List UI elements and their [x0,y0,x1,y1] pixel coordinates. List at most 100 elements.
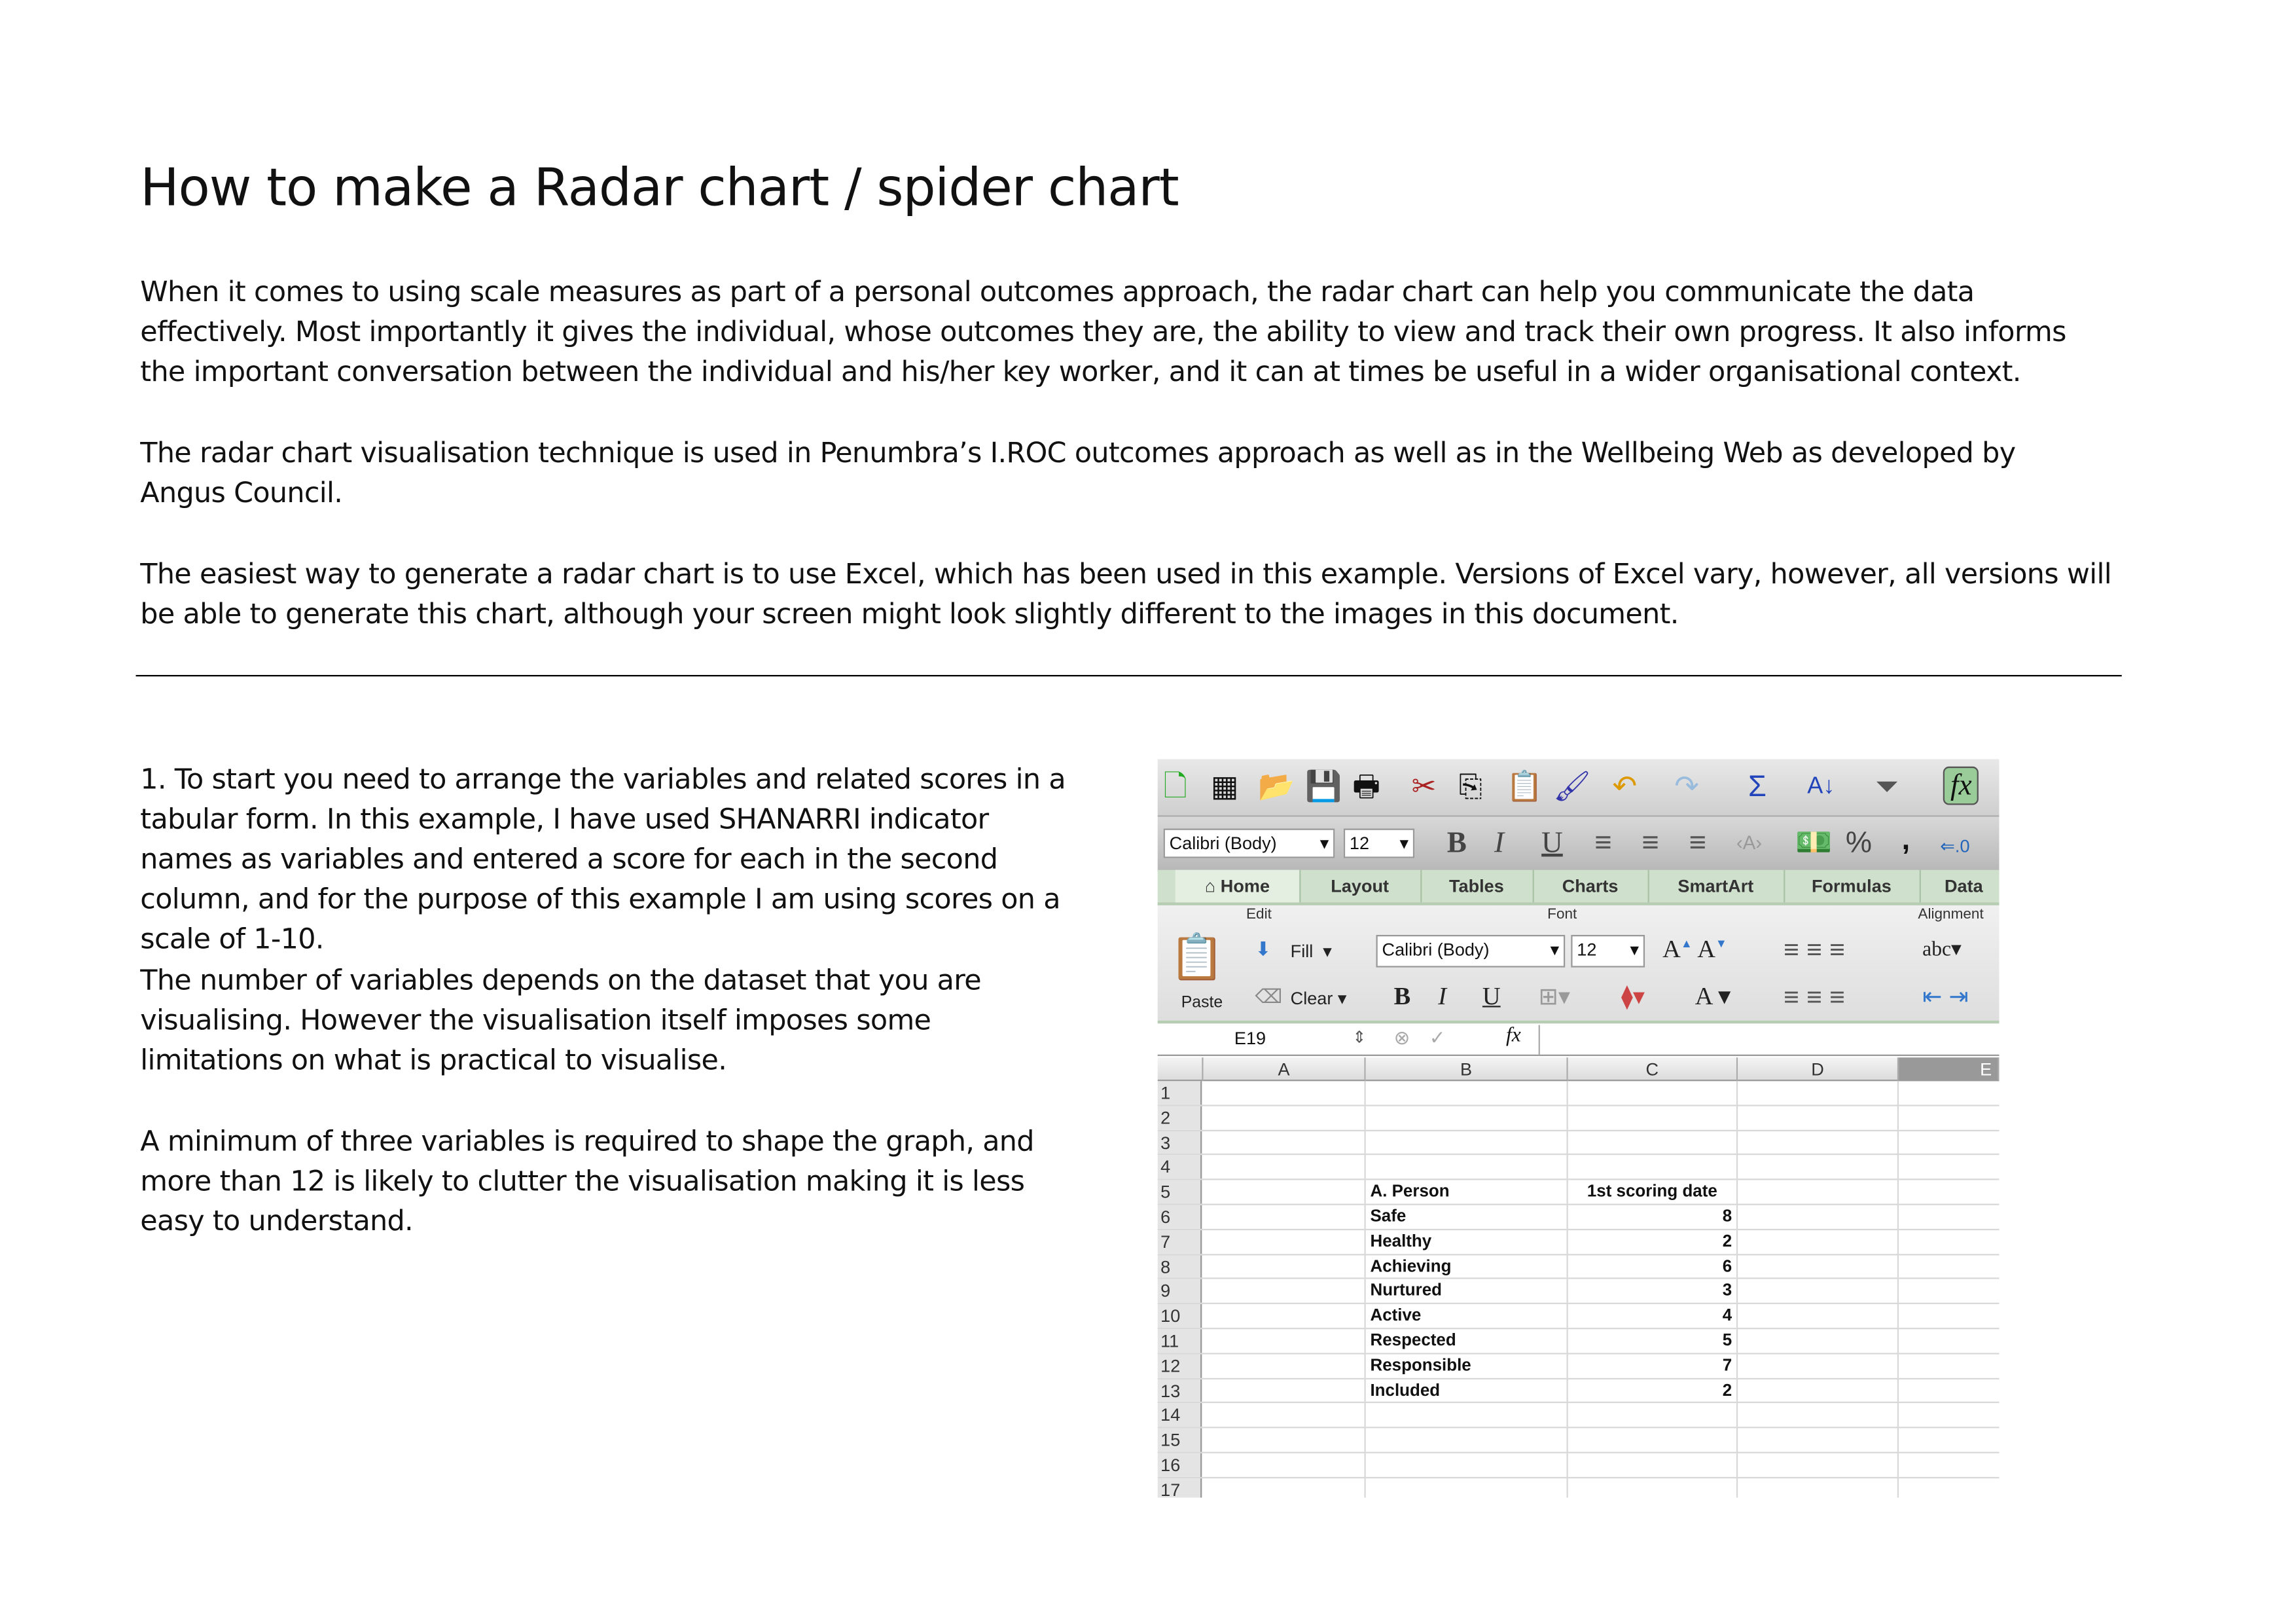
cell-b[interactable] [1366,1478,1568,1498]
cell-b[interactable]: A. Person [1366,1180,1568,1204]
cell-b[interactable]: Respected [1366,1329,1568,1353]
underline-icon[interactable]: U [1541,826,1563,861]
name-box-stepper-icon[interactable]: ⇕ [1352,1028,1366,1047]
cell-c[interactable]: 2 [1568,1230,1738,1254]
borders-icon[interactable]: ⊞▾ [1539,982,1570,1012]
cell-a[interactable] [1204,1428,1366,1452]
cell-d[interactable] [1738,1230,1899,1254]
row-header[interactable]: 11 [1157,1329,1202,1353]
cell-a[interactable] [1204,1403,1366,1427]
confirm-icon[interactable]: ✓ [1429,1027,1446,1050]
row-header[interactable]: 17 [1157,1478,1202,1498]
insert-function-icon[interactable]: fx [1506,1025,1521,1049]
currency-icon[interactable]: 💵 [1795,826,1832,861]
filter-icon[interactable]: ⏷ [1875,769,1899,805]
cell-d[interactable] [1738,1329,1899,1353]
cell-a[interactable] [1204,1478,1366,1498]
increase-decimal-icon[interactable]: ⇐.0 [1940,829,1969,864]
ribbon-font-size-select[interactable]: 12 ▾ [1571,934,1645,968]
cell-b[interactable] [1366,1453,1568,1477]
cell-b[interactable]: Included [1366,1379,1568,1402]
select-all-corner[interactable] [1157,1057,1204,1082]
cell-a[interactable] [1204,1453,1366,1477]
cell-b[interactable]: Nurtured [1366,1279,1568,1304]
merge-icon[interactable]: ‹A› [1736,826,1762,861]
row-header[interactable]: 15 [1157,1428,1202,1452]
cell-a[interactable] [1204,1180,1366,1204]
row-header[interactable]: 1 [1157,1081,1202,1104]
comma-icon[interactable]: , [1902,823,1910,858]
cell-c[interactable]: 2 [1568,1379,1738,1402]
gallery-icon[interactable]: ▦ [1211,769,1239,805]
formula-builder-icon[interactable]: fx [1943,766,1979,805]
cell-c[interactable]: 7 [1568,1354,1738,1377]
tab-formulas[interactable]: Formulas [1784,869,1921,903]
cell-c[interactable] [1568,1478,1738,1498]
fill-button[interactable]: Fill ▾ [1291,941,1332,962]
row-header[interactable]: 13 [1157,1379,1202,1402]
tab-tables[interactable]: Tables [1420,869,1534,903]
cell-d[interactable] [1738,1106,1899,1129]
cell-d[interactable] [1738,1155,1899,1179]
new-icon[interactable]: 🗋 [1164,769,1187,805]
cell-a[interactable] [1204,1279,1366,1304]
cell-b[interactable]: Achieving [1366,1254,1568,1279]
paste-button-icon[interactable]: 📋 [1170,932,1225,983]
tab-charts[interactable]: Charts [1533,869,1649,903]
wrap-text-button[interactable]: abc▾ [1922,938,1962,962]
cell-b[interactable]: Active [1366,1304,1568,1328]
cell-a[interactable] [1204,1081,1366,1104]
cell-d[interactable] [1738,1379,1899,1402]
cell-d[interactable] [1738,1081,1899,1104]
clear-button[interactable]: Clear ▾ [1291,988,1347,1009]
row-header[interactable]: 7 [1157,1230,1202,1254]
tab-smartart[interactable]: SmartArt [1648,869,1785,903]
row-header[interactable]: 3 [1157,1131,1202,1154]
cell-c[interactable] [1568,1403,1738,1427]
cell-d[interactable] [1738,1354,1899,1377]
cell-c[interactable]: 5 [1568,1329,1738,1353]
print-icon[interactable]: 🖶 [1352,769,1380,805]
redo-icon[interactable]: ↷ [1674,769,1699,805]
cell-d[interactable] [1738,1180,1899,1204]
cell-a[interactable] [1204,1304,1366,1328]
cell-c[interactable]: 6 [1568,1254,1738,1279]
cell-c[interactable]: 3 [1568,1279,1738,1304]
row-header[interactable]: 2 [1157,1106,1202,1129]
copy-icon[interactable]: ⎘ [1459,769,1482,805]
cell-c[interactable]: 1st scoring date [1568,1180,1738,1204]
cell-a[interactable] [1204,1230,1366,1254]
cell-b[interactable] [1366,1428,1568,1452]
cell-b[interactable] [1366,1403,1568,1427]
row-header[interactable]: 16 [1157,1453,1202,1477]
format-painter-icon[interactable]: 🖌 [1553,769,1590,805]
cell-a[interactable] [1204,1131,1366,1154]
cell-d[interactable] [1738,1254,1899,1279]
cell-b[interactable]: Healthy [1366,1230,1568,1254]
align-right-icon[interactable]: ≡ [1689,826,1706,861]
cell-b[interactable]: Responsible [1366,1354,1568,1377]
column-header-c[interactable]: C [1568,1057,1738,1082]
column-header-a[interactable]: A [1203,1057,1366,1082]
open-icon[interactable]: 📂 [1258,769,1295,805]
cell-d[interactable] [1738,1403,1899,1427]
cell-a[interactable] [1204,1106,1366,1129]
row-header[interactable]: 6 [1157,1205,1202,1229]
autosum-icon[interactable]: Σ [1748,769,1767,805]
cell-c[interactable] [1568,1453,1738,1477]
undo-icon[interactable]: ↶ [1612,769,1637,805]
row-header[interactable]: 14 [1157,1403,1202,1427]
sort-icon[interactable]: A↓ [1807,769,1835,805]
align-top-icon[interactable]: ≡ ≡ ≡ [1784,935,1845,966]
align-left-icon[interactable]: ≡ [1594,826,1611,861]
cell-a[interactable] [1204,1379,1366,1402]
save-icon[interactable]: 💾 [1305,769,1342,805]
formula-input[interactable] [1541,1025,1999,1055]
cell-c[interactable] [1568,1155,1738,1179]
indent-icon[interactable]: ⇤ ⇥ [1922,982,1969,1012]
cut-icon[interactable]: ✂ [1412,769,1437,805]
name-box[interactable]: E19 [1234,1028,1266,1049]
row-header[interactable]: 12 [1157,1354,1202,1377]
cell-b[interactable]: Safe [1366,1205,1568,1229]
cell-b[interactable] [1366,1131,1568,1154]
